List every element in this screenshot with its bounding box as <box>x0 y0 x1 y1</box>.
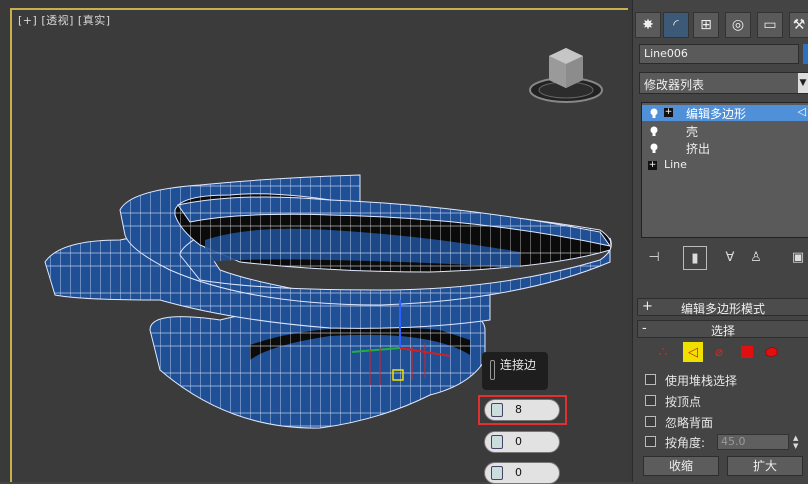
pin-triangle-icon: ◁ <box>797 105 806 118</box>
lightbulb-icon[interactable] <box>650 142 658 153</box>
checkbox-label: 使用堆栈选择 <box>665 374 738 388</box>
segments-value: 8 <box>515 403 522 416</box>
caddy-slide-field[interactable]: 0 <box>484 462 560 484</box>
rollout-edit-poly-mode[interactable]: + 编辑多边形模式 <box>637 298 808 316</box>
caddy-title: 连接边 <box>500 358 537 372</box>
vertex-mode-icon[interactable]: ∴ <box>653 342 673 362</box>
stack-item-label: 编辑多边形 <box>686 107 747 121</box>
object-color-swatch[interactable] <box>803 44 808 64</box>
motion-icon[interactable]: ◎ <box>725 12 751 38</box>
stack-item-label: 挤出 <box>686 142 711 156</box>
viewcube-icon[interactable] <box>527 40 605 106</box>
slide-value: 0 <box>515 466 522 479</box>
command-panel-tabs: ✸ ◜ ⊞ ◎ ▭ ⚒ <box>633 6 808 40</box>
app-root: [+] [透视] [真实] 连接边 8 0 0 ✸ ◜ ⊞ ◎ ▭ ⚒ Line… <box>0 0 808 484</box>
rollout-title: 编辑多边形模式 <box>680 302 765 316</box>
connect-edges-caddy[interactable]: 连接边 <box>482 352 548 390</box>
by-vertex-checkbox[interactable]: 按顶点 <box>645 393 805 409</box>
modifier-list-label: 修改器列表 <box>644 78 705 92</box>
viewport-perspective[interactable]: [+] [透视] [真实] 连接边 8 0 0 <box>0 0 632 484</box>
caddy-drag-handle[interactable] <box>490 360 495 380</box>
utilities-icon[interactable]: ⚒ <box>789 12 808 38</box>
checkbox-box[interactable] <box>645 395 656 406</box>
stack-item-edit-poly[interactable]: + 编辑多边形 ◁ <box>642 105 808 121</box>
ignore-backfacing-checkbox[interactable]: 忽略背面 <box>645 414 805 430</box>
segments-icon <box>491 403 503 417</box>
make-unique-icon[interactable]: ∀ <box>719 246 741 268</box>
polygon-mode-icon[interactable] <box>737 342 757 362</box>
caddy-segments-field[interactable]: 8 <box>484 399 560 421</box>
object-name-field[interactable]: Line006 <box>639 44 799 64</box>
rollout-selection[interactable]: - 选择 <box>637 320 808 338</box>
lightbulb-icon[interactable] <box>650 107 658 118</box>
create-icon[interactable]: ✸ <box>635 12 661 38</box>
slide-icon <box>491 466 503 480</box>
stack-toolbar: ⊣ ▮ ∀ ♙ ▣ <box>639 246 808 270</box>
lightbulb-icon[interactable] <box>650 125 658 136</box>
modify-icon[interactable]: ◜ <box>663 12 689 38</box>
angle-threshold-field[interactable]: 45.0 <box>717 434 789 450</box>
show-end-result-icon[interactable]: ▮ <box>683 246 707 270</box>
use-stack-selection-checkbox[interactable]: 使用堆栈选择 <box>645 372 805 388</box>
checkbox-box[interactable] <box>645 374 656 385</box>
checkbox-box[interactable] <box>645 416 656 427</box>
modifier-list-dropdown[interactable]: 修改器列表 ▼ <box>639 72 808 94</box>
stack-item-line[interactable]: + Line <box>642 158 808 174</box>
configure-sets-icon[interactable]: ▣ <box>787 246 808 268</box>
stack-item-label: Line <box>664 158 687 171</box>
remove-modifier-icon[interactable]: ♙ <box>745 246 767 268</box>
hierarchy-icon[interactable]: ⊞ <box>693 12 719 38</box>
checkbox-label: 按顶点 <box>665 395 702 409</box>
checkbox-box[interactable] <box>645 436 656 447</box>
caddy-pinch-field[interactable]: 0 <box>484 431 560 453</box>
checkbox-label: 忽略背面 <box>665 416 714 430</box>
expand-icon[interactable]: + <box>648 161 657 170</box>
stack-item-extrude[interactable]: 挤出 <box>642 140 808 156</box>
subobject-selector: ∴ ◁ ⌀ <box>643 342 803 364</box>
angle-spinner-icon[interactable]: ▲ ▼ <box>793 434 803 450</box>
stack-item-label: 壳 <box>686 125 699 139</box>
chevron-down-icon[interactable]: ▼ <box>798 73 808 93</box>
checkbox-label: 按角度: <box>665 436 706 450</box>
rollout-title: 选择 <box>710 324 735 338</box>
element-mode-icon[interactable] <box>761 342 781 362</box>
pinch-icon <box>491 435 503 449</box>
pin-stack-icon[interactable]: ⊣ <box>643 246 665 268</box>
expand-icon[interactable]: + <box>664 108 673 117</box>
modifier-stack: + 编辑多边形 ◁ 壳 挤出 + Line <box>641 102 808 238</box>
stack-item-shell[interactable]: 壳 <box>642 123 808 139</box>
pinch-value: 0 <box>515 435 522 448</box>
border-mode-icon[interactable]: ⌀ <box>709 342 729 362</box>
display-icon[interactable]: ▭ <box>757 12 783 38</box>
grow-button[interactable]: 扩大 <box>727 456 803 476</box>
shrink-button[interactable]: 收缩 <box>643 456 719 476</box>
edge-mode-icon[interactable]: ◁ <box>683 342 703 362</box>
command-panel: ✸ ◜ ⊞ ◎ ▭ ⚒ Line006 修改器列表 ▼ + 编辑多边形 ◁ 壳 … <box>632 0 808 482</box>
